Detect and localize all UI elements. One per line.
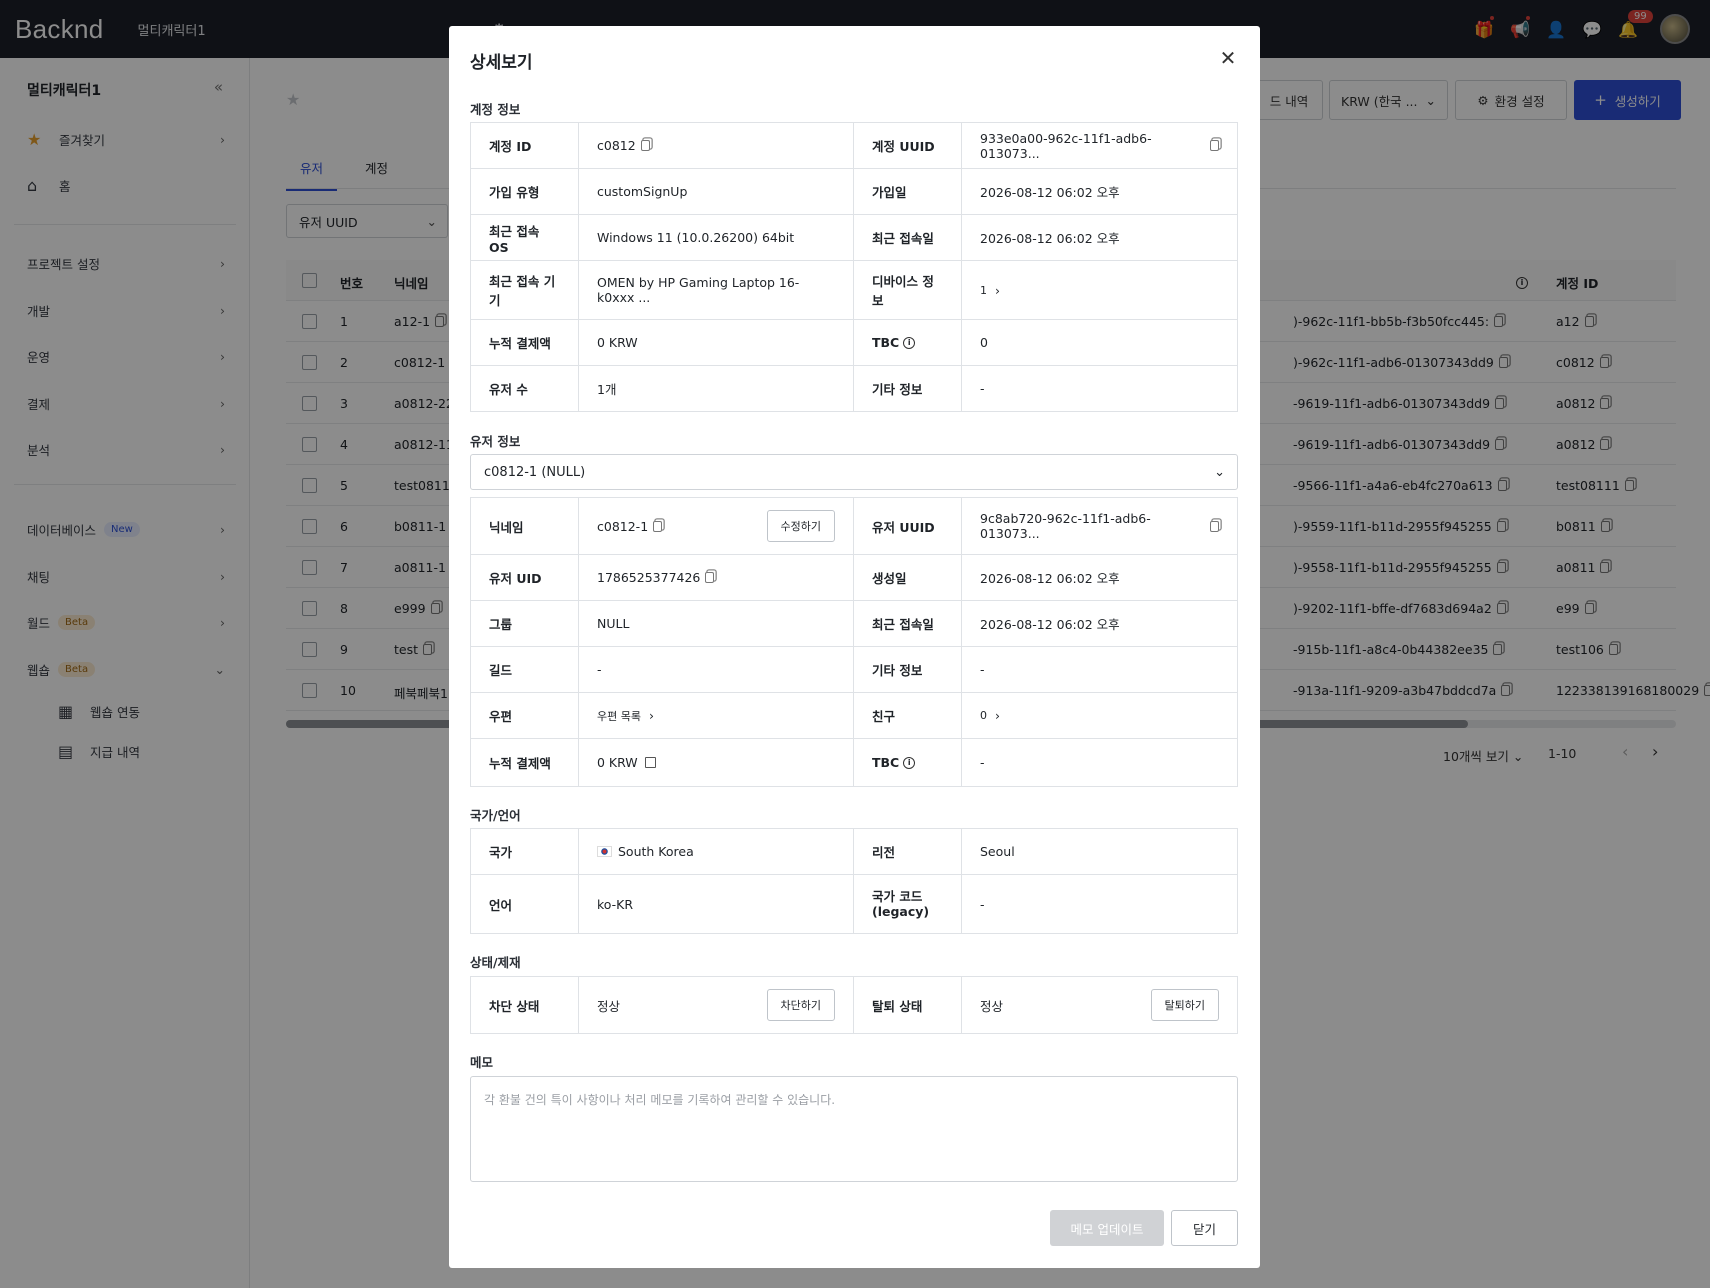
chevron-down-icon: ⌄ — [1214, 464, 1225, 480]
info-row: 언어 ko-KR 국가 코드 (legacy) - — [471, 875, 1237, 933]
user-section-title: 유저 정보 — [470, 434, 521, 449]
status-section-title: 상태/제재 — [470, 955, 521, 970]
status-grid: 차단 상태 정상 차단하기 탈퇴 상태 정상 탈퇴하기 — [470, 976, 1238, 1034]
info-row: 계정 ID c0812 계정 UUID 933e0a00-962c-11f1-a… — [471, 123, 1237, 169]
block-button[interactable]: 차단하기 — [766, 989, 835, 1021]
info-row: 누적 결제액 0 KRW TBC i - — [471, 739, 1237, 786]
memo-section-title: 메모 — [470, 1055, 494, 1070]
edit-nickname-button[interactable]: 수정하기 — [766, 510, 835, 542]
account-section-title: 계정 정보 — [470, 102, 521, 117]
copy-icon[interactable] — [1210, 520, 1219, 532]
device-info-link[interactable]: 1 › — [962, 261, 1237, 319]
info-row: 국가 South Korea 리전 Seoul — [471, 829, 1237, 875]
copy-icon[interactable] — [653, 520, 663, 532]
friend-link[interactable]: 0 › — [962, 693, 1237, 738]
info-row: 유저 UID 1786525377426 생성일 2026-08-12 06:0… — [471, 555, 1237, 601]
user-select[interactable]: c0812-1 (NULL) ⌄ — [470, 454, 1238, 490]
info-row: 우편 우편 목록 › 친구 0 › — [471, 693, 1237, 739]
memo-textarea[interactable]: 각 환불 건의 특이 사항이나 처리 메모를 기록하여 관리할 수 있습니다. — [470, 1076, 1238, 1182]
mail-list-link[interactable]: 우편 목록 › — [579, 693, 854, 738]
memo-update-button[interactable]: 메모 업데이트 — [1050, 1210, 1164, 1246]
withdraw-button[interactable]: 탈퇴하기 — [1150, 989, 1219, 1021]
info-icon: i — [903, 336, 916, 349]
info-row: 유저 수 1개 기타 정보 - — [471, 366, 1237, 411]
external-link-icon[interactable] — [644, 757, 656, 768]
info-row: 그룹 NULL 최근 접속일 2026-08-12 06:02 오후 — [471, 601, 1237, 647]
modal-title: 상세보기 — [470, 53, 533, 73]
chevron-right-icon: › — [995, 282, 1000, 298]
chevron-right-icon: › — [995, 708, 1000, 723]
info-row: 누적 결제액 0 KRW TBC i 0 — [471, 320, 1237, 366]
account-info-grid: 계정 ID c0812 계정 UUID 933e0a00-962c-11f1-a… — [470, 122, 1238, 412]
user-info-grid: 닉네임 c0812-1 수정하기 유저 UUID 9c8ab720-962c-11… — [470, 497, 1238, 787]
locale-grid: 국가 South Korea 리전 Seoul 언어 ko-KR 국가 코드 (… — [470, 828, 1238, 934]
info-row: 길드 - 기타 정보 - — [471, 647, 1237, 693]
close-icon[interactable]: ✕ — [1216, 46, 1240, 70]
flag-kr-icon — [597, 846, 612, 857]
info-row: 최근 접속 OS Windows 11 (10.0.26200) 64bit 최… — [471, 215, 1237, 261]
copy-icon[interactable] — [705, 572, 715, 583]
info-row: 닉네임 c0812-1 수정하기 유저 UUID 9c8ab720-962c-11… — [471, 498, 1237, 555]
info-row: 최근 접속 기기 OMEN by HP Gaming Laptop 16-k0x… — [471, 261, 1237, 320]
info-row: 차단 상태 정상 차단하기 탈퇴 상태 정상 탈퇴하기 — [471, 977, 1237, 1033]
info-row: 가입 유형 customSignUp 가입일 2026-08-12 06:02 … — [471, 169, 1237, 215]
info-icon: i — [903, 756, 916, 769]
detail-modal: 상세보기 ✕ 계정 정보 계정 ID c0812 계정 UUID 933e0a0… — [449, 26, 1260, 1268]
chevron-right-icon: › — [648, 708, 654, 723]
locale-section-title: 국가/언어 — [470, 808, 521, 823]
close-button[interactable]: 닫기 — [1171, 1210, 1238, 1246]
copy-icon[interactable] — [1210, 140, 1219, 151]
copy-icon[interactable] — [640, 140, 650, 151]
